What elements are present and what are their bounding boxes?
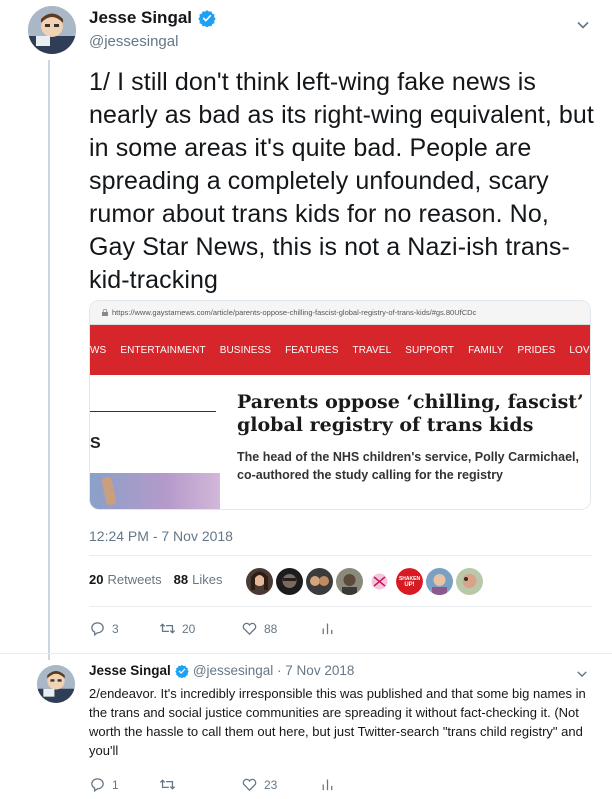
tweet-separator — [0, 653, 612, 654]
analytics-button[interactable] — [319, 776, 336, 793]
nav-item: FAMILY — [468, 344, 504, 356]
nav-item: LOVE — [569, 344, 590, 356]
reply-icon — [91, 778, 104, 793]
display-name[interactable]: Jesse Singal — [89, 663, 171, 678]
main-tweet: Jesse Singal @jessesingal 1/ I still don… — [0, 0, 612, 655]
nav-item: SUPPORT — [405, 344, 455, 356]
nav-item: TRAVEL — [352, 344, 392, 356]
retweet-button[interactable] — [159, 776, 241, 793]
tweet-actions: 1 23 — [89, 776, 336, 793]
tweet-text: 2/endeavor. It's incredibly irresponsibl… — [89, 686, 586, 758]
chevron-down-icon[interactable] — [576, 18, 590, 32]
liker-avatar[interactable] — [336, 568, 363, 595]
avatar[interactable] — [37, 665, 75, 703]
nav-item: BUSINESS — [219, 344, 272, 356]
svg-text:UP!: UP! — [404, 582, 414, 588]
analytics-button[interactable] — [319, 620, 336, 637]
like-button[interactable]: 23 — [241, 776, 319, 793]
reply-button[interactable]: 1 — [89, 776, 159, 793]
verified-badge-icon — [175, 664, 189, 678]
analytics-icon — [322, 623, 333, 635]
divider — [89, 606, 592, 607]
analytics-icon — [322, 779, 333, 791]
heart-icon — [242, 622, 257, 636]
article-preview: S Parents oppose ‘chilling, fascist’ glo… — [90, 375, 590, 509]
heart-icon — [242, 778, 257, 792]
browser-url-bar: https://www.gaystarnews.com/article/pare… — [90, 301, 590, 325]
nav-item: FEATURES — [285, 344, 339, 356]
tweet-text: 1/ I still don't think left-wing fake ne… — [89, 68, 594, 294]
browser-url: https://www.gaystarnews.com/article/pare… — [112, 308, 477, 317]
like-button[interactable]: 88 — [241, 620, 319, 637]
divider — [90, 411, 216, 412]
chevron-down-icon[interactable] — [576, 668, 588, 680]
reply-icon — [91, 622, 104, 637]
handle[interactable]: @jessesingal — [89, 33, 178, 50]
site-nav: WS ENTERTAINMENT BUSINESS FEATURES TRAVE… — [90, 325, 590, 375]
liker-avatar[interactable]: SHAKEN UP! — [396, 568, 423, 595]
retweet-icon — [159, 779, 176, 790]
divider — [89, 555, 592, 556]
cropped-text: S — [90, 435, 101, 452]
reply-header: Jesse Singal @jessesingal · 7 Nov 2018 — [89, 663, 354, 678]
display-name[interactable]: Jesse Singal — [89, 8, 192, 28]
retweet-icon — [159, 623, 176, 634]
tweet-actions: 3 20 88 — [89, 620, 336, 637]
article-subhead: The head of the NHS children's service, … — [237, 450, 579, 482]
likes-stat[interactable]: 88 Likes — [174, 572, 223, 587]
article-headline: Parents oppose ‘chilling, fascist’ globa… — [237, 391, 584, 436]
engagement-stats: 20 Retweets 88 Likes — [89, 572, 235, 587]
liker-avatar[interactable] — [246, 568, 273, 595]
liker-avatar[interactable] — [456, 568, 483, 595]
nav-item: PRIDES — [517, 344, 556, 356]
timestamp[interactable]: 12:24 PM - 7 Nov 2018 — [89, 528, 233, 544]
lock-icon — [102, 309, 108, 316]
liker-avatar[interactable] — [426, 568, 453, 595]
liker-avatar[interactable] — [306, 568, 333, 595]
article-photo — [90, 473, 220, 509]
embedded-image[interactable]: https://www.gaystarnews.com/article/pare… — [89, 300, 591, 510]
verified-badge-icon — [198, 10, 216, 27]
liker-avatars: SHAKEN UP! — [246, 568, 483, 595]
nav-item: ENTERTAINMENT — [120, 344, 206, 356]
retweet-button[interactable]: 20 — [159, 620, 241, 637]
handle-and-date[interactable]: @jessesingal · 7 Nov 2018 — [193, 663, 355, 678]
liker-avatar[interactable] — [366, 568, 393, 595]
liker-avatar[interactable] — [276, 568, 303, 595]
retweets-stat[interactable]: 20 Retweets — [89, 572, 162, 587]
reply-button[interactable]: 3 — [89, 620, 159, 637]
avatar[interactable] — [28, 6, 76, 54]
nav-item: WS — [90, 344, 107, 356]
